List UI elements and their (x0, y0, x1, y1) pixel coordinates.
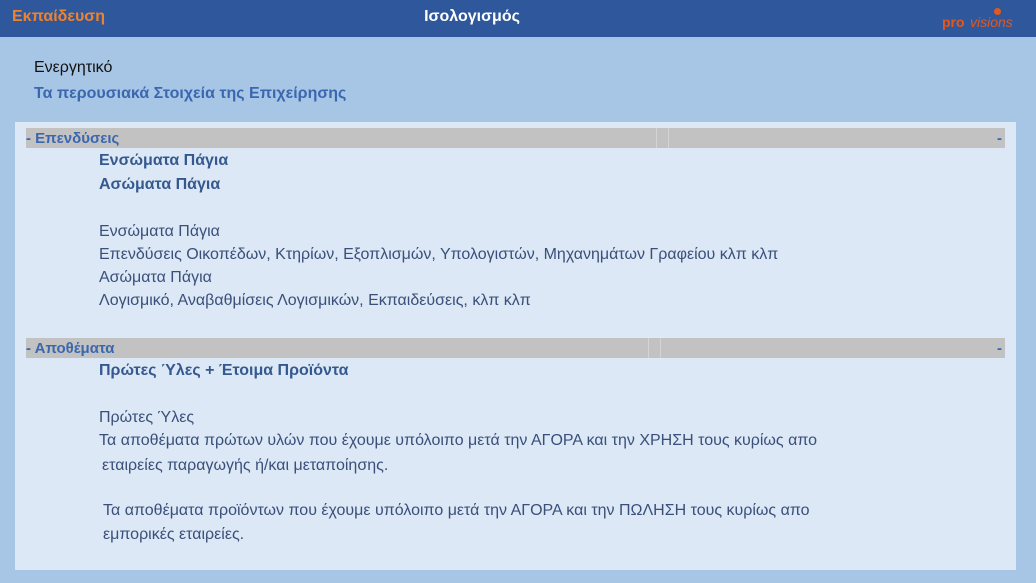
collapse-indicator: - (997, 340, 1002, 357)
content-panel: - Επενδύσεις - Ενσώματα Πάγια Ασώματα Πά… (15, 122, 1016, 570)
detail-line: Επενδύσεις Οικοπέδων, Κτηρίων, Εξοπλισμώ… (99, 246, 779, 263)
provisions-logo: pro visions (942, 8, 1028, 32)
page-title: Ισολογισμός (424, 8, 520, 25)
detail-line: εταιρείες παραγωγής ή/και μεταποίησης. (102, 457, 389, 474)
detail-line: Τα αποθέματα πρώτων υλών που έχουμε υπόλ… (99, 432, 818, 449)
section-toggle-label: - Επενδύσεις (26, 130, 120, 147)
logo-visions-text: visions (970, 14, 1013, 30)
detail-line: Λογισμικό, Αναβαθμίσεις Λογισμικών, Εκπα… (99, 292, 531, 309)
detail-line: Πρώτες Ύλες (99, 409, 195, 426)
detail-line: εμπορικές εταιρείες. (103, 526, 245, 543)
detail-line: Τα αποθέματα προϊόντων που έχουμε υπόλοι… (103, 502, 810, 519)
divider (660, 338, 661, 358)
divider (668, 128, 669, 148)
section-subheading: Τα περουσιακά Στοιχεία της Επιχείρησης (34, 85, 347, 102)
list-item: Ενσώματα Πάγια (99, 152, 229, 169)
divider (656, 128, 657, 148)
collapse-indicator: - (997, 130, 1002, 147)
logo-pro-text: pro (942, 14, 965, 30)
section-toggle-investments[interactable]: - Επενδύσεις - (26, 128, 1005, 148)
detail-line: Ασώματα Πάγια (99, 269, 212, 286)
list-item: Πρώτες Ύλες + Έτοιμα Προϊόντα (99, 362, 349, 379)
detail-line: Ενσώματα Πάγια (99, 223, 220, 240)
title-bar: Εκπαίδευση Ισολογισμός pro visions (0, 0, 1036, 37)
section-toggle-inventory[interactable]: - Αποθέματα - (26, 338, 1005, 358)
list-item: Ασώματα Πάγια (99, 176, 221, 193)
divider (648, 338, 649, 358)
section-heading: Ενεργητικό (34, 59, 113, 76)
section-toggle-label: - Αποθέματα (26, 340, 115, 357)
